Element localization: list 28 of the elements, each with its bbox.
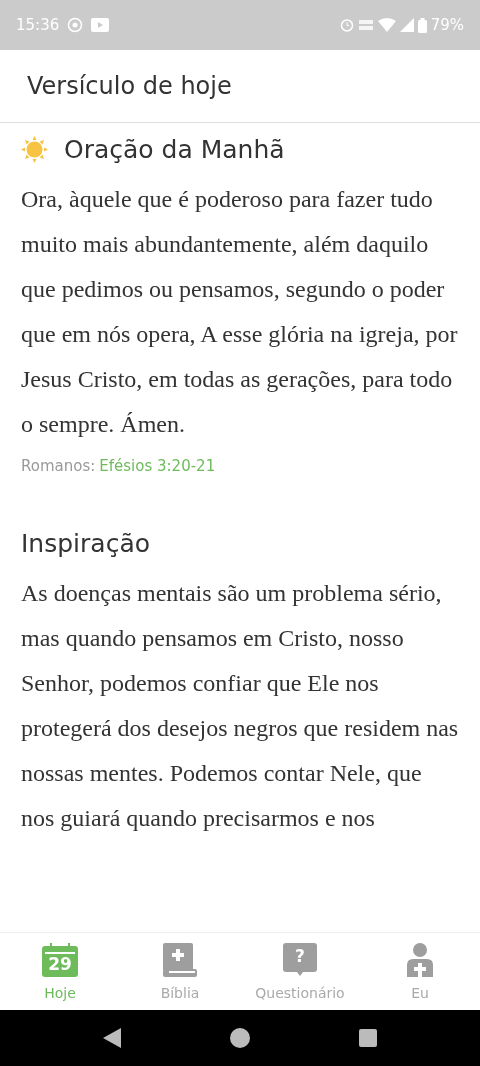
network-icon bbox=[357, 18, 374, 32]
person-plus-icon bbox=[407, 943, 433, 977]
verse-reference-link[interactable]: Efésios 3:20-21 bbox=[99, 454, 216, 477]
page-title: Versículo de hoje bbox=[27, 71, 232, 102]
sun-icon bbox=[21, 136, 48, 164]
battery-icon bbox=[417, 17, 427, 33]
home-icon[interactable] bbox=[230, 1028, 250, 1048]
icon-text: ? bbox=[295, 946, 305, 966]
nav-tab[interactable]: Bíblia bbox=[120, 933, 240, 1010]
wifi-icon bbox=[377, 18, 396, 32]
nav-tab[interactable]: 29 Hoje bbox=[0, 933, 120, 1010]
nav-tab[interactable]: ? Questionário bbox=[240, 933, 360, 1010]
alarm-icon bbox=[339, 18, 354, 32]
book-icon bbox=[163, 943, 197, 977]
inspiration-text: As doenças mentais são um problema sério, mas quando pensamos em Cristo, nosso Senhor, podemos confiar que Ele nos protegerá dos desejos negros que residem nas nossas mentes. Podemos contar Nele, que nos guiará quando precisarmos e nos bbox=[21, 578, 459, 833]
icon-text: 29 bbox=[48, 954, 72, 974]
question-bubble-icon bbox=[283, 943, 317, 977]
video-icon bbox=[91, 17, 110, 33]
signal-icon bbox=[399, 18, 414, 32]
section-title: Inspiração bbox=[21, 528, 152, 560]
verse-text: Ora, àquele que é poderoso para fazer tudo muito mais abundantemente, além daquilo que pedimos ou pensamos, segundo o poder que em nós opera, A esse glória na igreja, por Jesus Cristo, em todas as gerações, para todo o sempre. Ámen. bbox=[21, 184, 459, 439]
section-title: Oração da Manhã bbox=[64, 134, 285, 166]
calendar-icon bbox=[42, 943, 78, 977]
back-icon[interactable] bbox=[102, 1028, 121, 1048]
nav-tab[interactable]: Eu bbox=[360, 933, 480, 1010]
notification-icon bbox=[67, 17, 84, 33]
recents-icon[interactable] bbox=[359, 1029, 378, 1047]
source-label: Romanos: bbox=[21, 455, 96, 477]
